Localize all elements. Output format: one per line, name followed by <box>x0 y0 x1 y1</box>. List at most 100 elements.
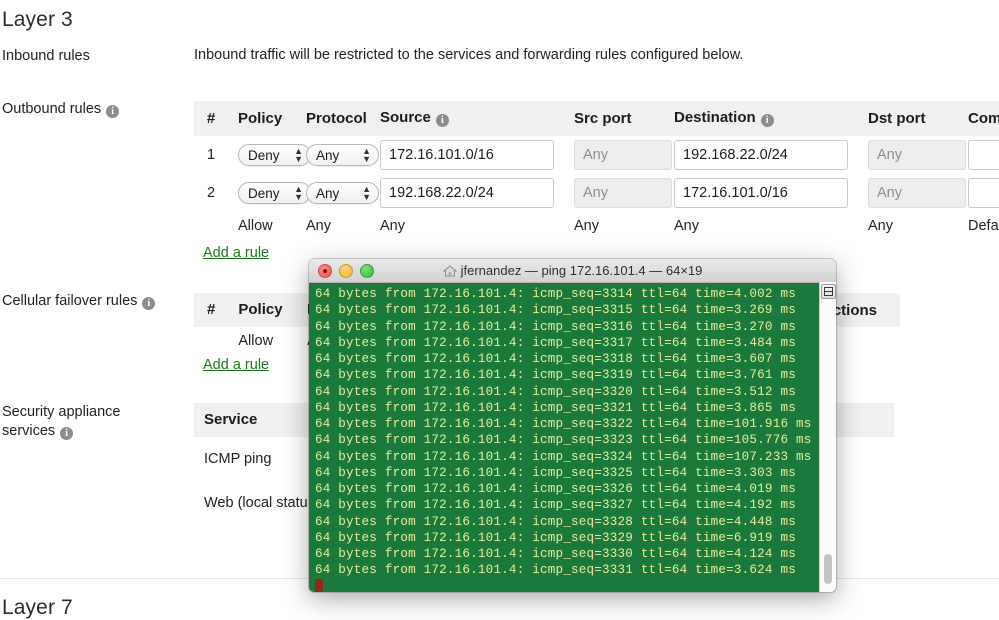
default-rule-policy: Allow <box>228 327 297 355</box>
rule-src-port-cell <box>564 136 664 174</box>
rule-index: 1 <box>194 136 228 174</box>
policy-select[interactable]: Deny ▲▼ <box>238 144 311 166</box>
source-input[interactable] <box>380 140 554 170</box>
rule-index: 2 <box>194 174 228 212</box>
source-input[interactable] <box>380 178 554 208</box>
stepper-arrows-icon: ▲▼ <box>362 185 371 201</box>
col-header-index: # <box>194 101 228 136</box>
terminal-title-text: jfernandez — ping 172.16.101.4 — 64×19 <box>461 263 703 278</box>
col-header-protocol: Protocol <box>296 101 370 136</box>
src-port-input[interactable] <box>574 178 672 208</box>
terminal-window[interactable]: jfernandez — ping 172.16.101.4 — 64×19 6… <box>309 259 836 592</box>
col-header-policy: Policy <box>228 293 297 327</box>
terminal-output-line: 64 bytes from 172.16.101.4: icmp_seq=332… <box>315 514 816 530</box>
destination-input[interactable] <box>674 178 848 208</box>
table-row: 1 Deny ▲▼ Any ▲▼ <box>194 136 999 174</box>
terminal-split-pane-icon[interactable] <box>821 284 836 299</box>
terminal-output: 64 bytes from 172.16.101.4: icmp_seq=331… <box>315 286 836 592</box>
terminal-output-line: 64 bytes from 172.16.101.4: icmp_seq=332… <box>315 416 816 432</box>
label-security-appliance-services-line2-wrap: services <box>2 422 182 441</box>
label-security-appliance-services-line1: Security appliance <box>2 403 182 422</box>
terminal-output-line: 64 bytes from 172.16.101.4: icmp_seq=332… <box>315 530 816 546</box>
minimize-icon[interactable] <box>339 264 353 278</box>
add-a-rule-link-cellular[interactable]: Add a rule <box>203 357 269 373</box>
label-inbound-rules: Inbound rules <box>2 47 182 66</box>
default-rule-src-port: Any <box>564 212 664 240</box>
inbound-rules-description: Inbound traffic will be restricted to th… <box>194 47 743 63</box>
terminal-output-line: 64 bytes from 172.16.101.4: icmp_seq=331… <box>315 351 816 367</box>
default-rule-source: Any <box>370 212 564 240</box>
default-rule-index <box>194 212 228 240</box>
col-header-comment: Com <box>958 101 999 136</box>
add-a-rule-link-outbound[interactable]: Add a rule <box>203 245 269 261</box>
protocol-select[interactable]: Any ▲▼ <box>306 144 379 166</box>
rule-dst-port-cell <box>858 174 958 212</box>
rule-src-port-cell <box>564 174 664 212</box>
info-icon-cellular-failover-rules[interactable] <box>142 297 155 310</box>
terminal-output-line: 64 bytes from 172.16.101.4: icmp_seq=332… <box>315 384 816 400</box>
comment-input[interactable] <box>968 178 999 208</box>
rule-dst-port-cell <box>858 136 958 174</box>
terminal-cursor <box>315 579 323 592</box>
protocol-select[interactable]: Any ▲▼ <box>306 182 379 204</box>
dst-port-input[interactable] <box>868 140 966 170</box>
maximize-icon[interactable] <box>360 264 374 278</box>
comment-input[interactable] <box>968 140 999 170</box>
rule-policy-cell: Deny ▲▼ <box>228 174 296 212</box>
col-header-index: # <box>194 293 228 327</box>
col-header-destination-text: Destination <box>674 109 756 126</box>
outbound-rules-table: # Policy Protocol Source Src port Destin… <box>194 101 999 240</box>
terminal-scrollbar-thumb[interactable] <box>824 554 832 584</box>
stepper-arrows-icon: ▲▼ <box>294 147 303 163</box>
info-icon-source[interactable] <box>436 114 449 127</box>
terminal-scrollbar[interactable] <box>819 282 836 592</box>
stepper-arrows-icon: ▲▼ <box>294 185 303 201</box>
page-title-layer7: Layer 7 <box>2 596 73 620</box>
rule-destination-cell <box>664 136 858 174</box>
window-traffic-lights <box>318 264 374 278</box>
terminal-output-line: 64 bytes from 172.16.101.4: icmp_seq=332… <box>315 400 816 416</box>
label-outbound-rules-text: Outbound rules <box>2 101 101 117</box>
default-rule-comment: Defa <box>958 212 999 240</box>
terminal-prompt-line <box>315 579 816 593</box>
label-security-appliance-services-line2: services <box>2 423 55 439</box>
info-icon-destination[interactable] <box>761 114 774 127</box>
rule-protocol-cell: Any ▲▼ <box>296 136 370 174</box>
policy-select-value: Deny <box>248 148 280 163</box>
terminal-body[interactable]: 64 bytes from 172.16.101.4: icmp_seq=331… <box>309 283 836 592</box>
default-rule-index <box>194 327 228 355</box>
terminal-output-line: 64 bytes from 172.16.101.4: icmp_seq=332… <box>315 449 816 465</box>
rule-source-cell <box>370 136 564 174</box>
close-icon[interactable] <box>318 264 332 278</box>
label-outbound-rules: Outbound rules <box>2 100 182 119</box>
col-header-policy: Policy <box>228 101 296 136</box>
info-icon-outbound-rules[interactable] <box>106 105 119 118</box>
policy-select[interactable]: Deny ▲▼ <box>238 182 311 204</box>
col-header-destination: Destination <box>664 101 858 136</box>
policy-select-value: Deny <box>248 186 280 201</box>
default-rule-dst-port: Any <box>858 212 958 240</box>
terminal-title: jfernandez — ping 172.16.101.4 — 64×19 <box>309 263 836 278</box>
default-rule-destination: Any <box>664 212 858 240</box>
terminal-output-line: 64 bytes from 172.16.101.4: icmp_seq=331… <box>315 335 816 351</box>
destination-input[interactable] <box>674 140 848 170</box>
label-cellular-failover-rules-text: Cellular failover rules <box>2 293 137 309</box>
table-row-default: Allow Any Any Any Any Any Defa <box>194 212 999 240</box>
terminal-output-line: 64 bytes from 172.16.101.4: icmp_seq=332… <box>315 497 816 513</box>
col-header-source-text: Source <box>380 109 431 126</box>
col-header-dst-port: Dst port <box>858 101 958 136</box>
protocol-select-value: Any <box>316 148 339 163</box>
terminal-output-line: 64 bytes from 172.16.101.4: icmp_seq=331… <box>315 286 816 302</box>
terminal-output-line: 64 bytes from 172.16.101.4: icmp_seq=331… <box>315 319 816 335</box>
terminal-output-line: 64 bytes from 172.16.101.4: icmp_seq=333… <box>315 562 816 578</box>
rule-destination-cell <box>664 174 858 212</box>
info-icon-security-appliance-services[interactable] <box>60 427 73 440</box>
terminal-output-line: 64 bytes from 172.16.101.4: icmp_seq=332… <box>315 481 816 497</box>
src-port-input[interactable] <box>574 140 672 170</box>
terminal-title-bar[interactable]: jfernandez — ping 172.16.101.4 — 64×19 <box>309 259 836 283</box>
home-icon <box>443 265 457 277</box>
rule-protocol-cell: Any ▲▼ <box>296 174 370 212</box>
stepper-arrows-icon: ▲▼ <box>362 147 371 163</box>
dst-port-input[interactable] <box>868 178 966 208</box>
label-security-appliance-services: Security appliance services <box>2 403 182 441</box>
